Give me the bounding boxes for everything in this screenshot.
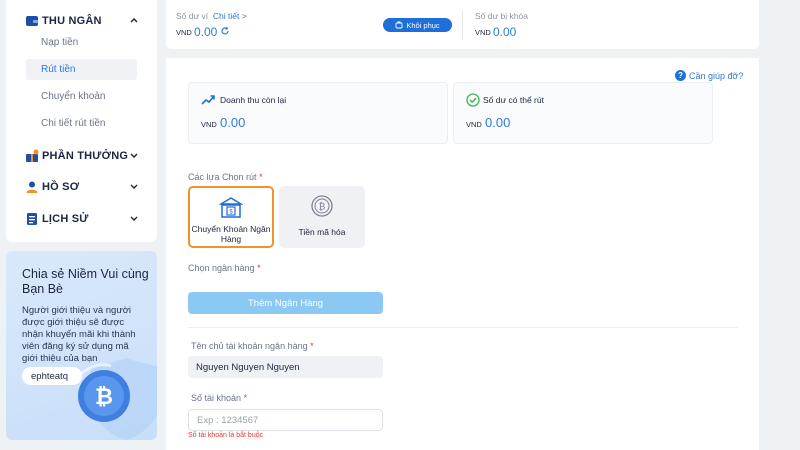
locked-amount: 0.00 <box>493 25 517 39</box>
sidebar: THU NGÂN Nạp tiền Rút tiền Chuyển khoản … <box>6 0 157 242</box>
account-holder-label: Tên chủ tài khoản ngân hàng * <box>191 341 314 351</box>
choose-bank-label: Chọn ngân hàng * <box>188 263 261 273</box>
remaining-revenue-currency: VND <box>201 120 217 129</box>
locked-balance-label: Số dư bị khóa <box>475 11 528 21</box>
bank-icon: $ <box>219 197 243 218</box>
promo-title: Chia sẻ Niềm Vui cùng Bạn Bè <box>22 267 149 296</box>
required-mark: * <box>243 393 248 403</box>
account-number-text: Số tài khoản <box>191 393 242 403</box>
details-link[interactable]: Chi tiết > <box>213 11 247 21</box>
account-number-input[interactable] <box>188 409 383 431</box>
account-number-error: Số tài khoản là bắt buộc <box>188 432 264 439</box>
nav-rewards[interactable]: PHẦN THƯỞNG <box>6 146 157 166</box>
trend-up-icon <box>201 95 215 105</box>
restore-button[interactable]: Khôi phục <box>383 18 452 32</box>
withdrawable-amount: 0.00 <box>485 115 511 130</box>
remaining-revenue-card: Doanh thu còn lại VND 0.00 <box>188 82 448 144</box>
help-label: Cần giúp đỡ? <box>689 70 744 81</box>
divider <box>188 327 738 328</box>
withdraw-options-text: Các lựa Chọn rút <box>188 172 257 182</box>
chevron-down-icon[interactable] <box>128 149 140 161</box>
nav-history[interactable]: LỊCH SỬ <box>6 209 157 229</box>
add-bank-button[interactable]: Thêm Ngân Hàng <box>188 292 383 314</box>
option-bank-transfer[interactable]: $ Chuyển Khoản Ngân Hàng <box>188 186 274 248</box>
promo-body: Người giới thiệu và người được giới thiệ… <box>22 305 136 364</box>
account-number-label: Số tài khoản * <box>191 393 247 403</box>
nav-cashier-label: THU NGÂN <box>42 15 102 27</box>
nav-rewards-label: PHẦN THƯỞNG <box>42 150 129 162</box>
refresh-icon[interactable] <box>220 26 230 36</box>
option-crypto[interactable]: ₿ Tiền mã hóa <box>279 186 365 248</box>
wallet-balance-text: Số dư ví <box>176 11 209 21</box>
restore-icon <box>395 21 403 29</box>
referral-promo-card: Chia sẻ Niềm Vui cùng Bạn Bè Người giới … <box>6 251 157 440</box>
referral-code[interactable]: ephteatq <box>22 367 82 385</box>
wallet-icon <box>26 16 38 26</box>
choose-bank-text: Chọn ngân hàng <box>188 263 255 273</box>
document-icon <box>27 213 37 225</box>
wallet-currency: VND <box>176 28 192 37</box>
account-holder-input[interactable] <box>188 356 383 378</box>
sub-deposit[interactable]: Nạp tiền <box>26 32 137 53</box>
wallet-amount: 0.00 <box>194 25 218 39</box>
required-mark: * <box>259 172 263 182</box>
nav-profile-label: HỒ SƠ <box>42 181 80 193</box>
required-mark: * <box>310 341 314 351</box>
balance-bar: Số dư ví Chi tiết > VND 0.00 Khôi phục S… <box>166 0 759 49</box>
nav-cashier[interactable]: THU NGÂN <box>6 11 157 31</box>
sub-withdraw[interactable]: Rút tiền <box>26 59 137 80</box>
svg-text:₿: ₿ <box>95 384 113 409</box>
option-crypto-label: Tiền mã hóa <box>298 227 346 237</box>
required-mark: * <box>257 263 261 273</box>
divider <box>462 10 463 40</box>
nav-history-label: LỊCH SỬ <box>42 213 89 225</box>
withdrawable-currency: VND <box>466 120 482 129</box>
sub-withdraw-details[interactable]: Chi tiết rút tiền <box>26 113 137 134</box>
svg-text:₿: ₿ <box>319 202 326 212</box>
wallet-balance-label: Số dư ví Chi tiết > <box>176 11 247 21</box>
bitcoin-icon: ₿ <box>311 195 333 217</box>
nav-profile[interactable]: HỒ SƠ <box>6 177 157 197</box>
help-link[interactable]: ? Cần giúp đỡ? <box>675 70 743 81</box>
restore-label: Khôi phục <box>406 20 440 30</box>
chevron-down-icon[interactable] <box>128 180 140 192</box>
account-holder-text: Tên chủ tài khoản ngân hàng <box>191 341 308 351</box>
chevron-up-icon[interactable] <box>128 14 140 26</box>
gift-icon <box>26 149 39 162</box>
locked-currency: VND <box>475 28 491 37</box>
remaining-revenue-label: Doanh thu còn lại <box>220 95 287 105</box>
user-icon <box>26 181 38 193</box>
remaining-revenue-amount: 0.00 <box>220 115 246 130</box>
chevron-down-icon[interactable] <box>128 212 140 224</box>
withdrawable-card: Số dư có thể rút VND 0.00 <box>453 82 713 144</box>
withdrawable-label: Số dư có thể rút <box>483 95 544 105</box>
check-circle-icon <box>466 93 480 107</box>
option-bank-transfer-label: Chuyển Khoản Ngân Hàng <box>191 224 271 244</box>
question-icon: ? <box>675 70 686 81</box>
sub-transfer[interactable]: Chuyển khoản <box>26 86 137 107</box>
withdraw-options-label: Các lựa Chọn rút * <box>188 172 263 182</box>
withdraw-panel: ? Cần giúp đỡ? Doanh thu còn lại VND 0.0… <box>166 58 759 450</box>
